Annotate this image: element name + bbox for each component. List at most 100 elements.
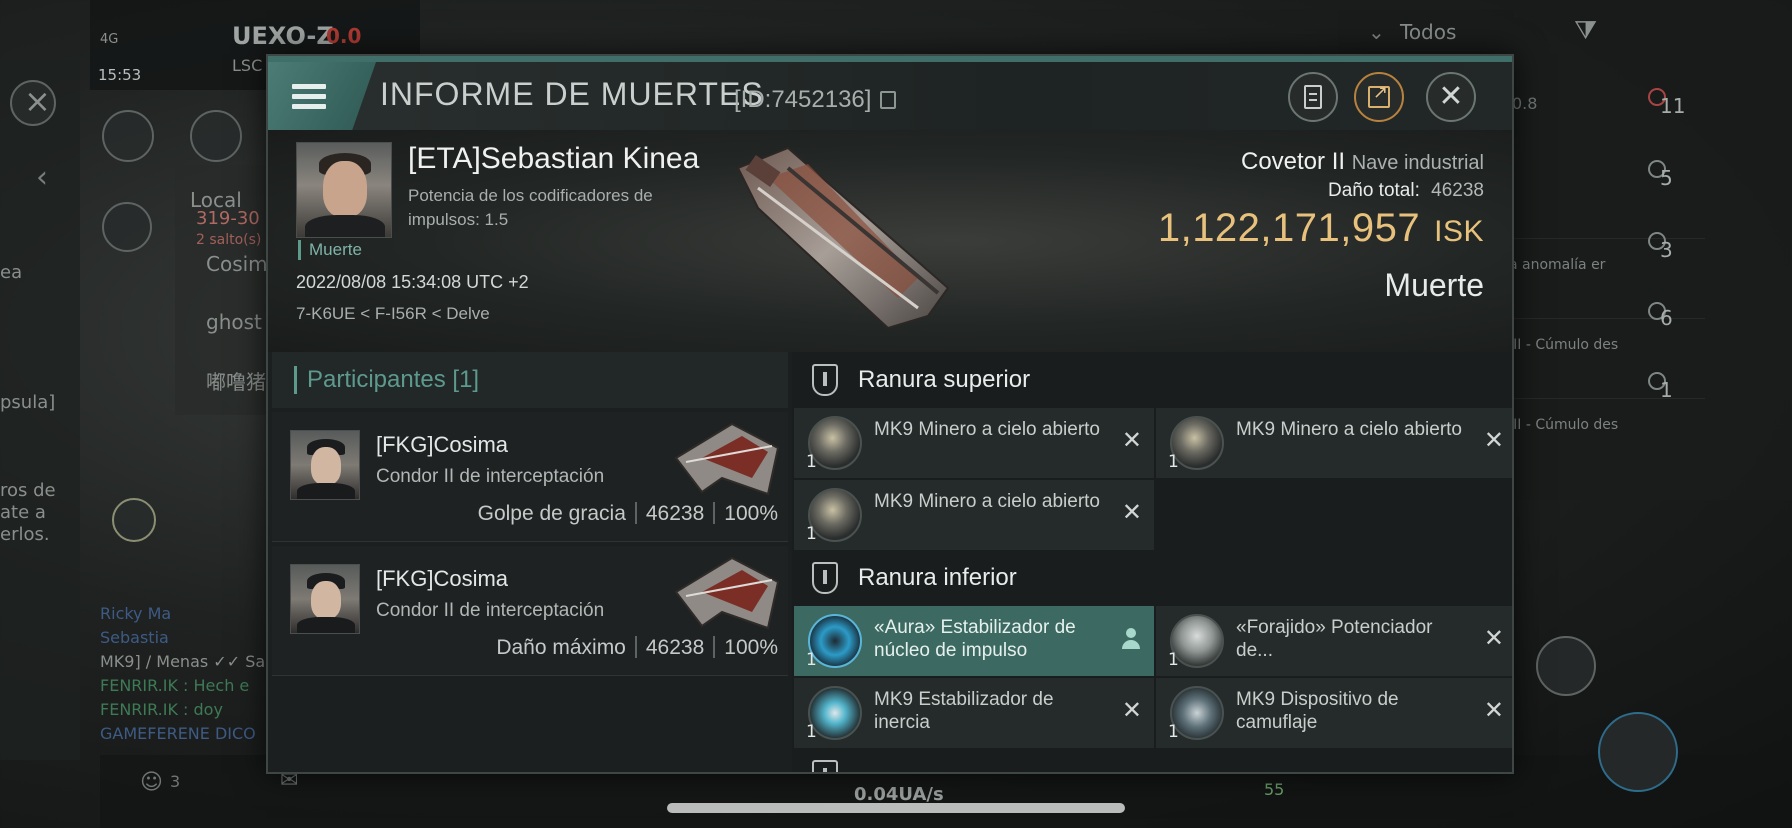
document-icon — [1304, 85, 1322, 109]
module-quantity: 1 — [1168, 722, 1179, 742]
module-item[interactable]: 1 «Forajido» Potenciador de... ✕ — [1156, 606, 1512, 676]
side-text-4: ate a — [0, 502, 46, 523]
pause-button[interactable] — [102, 202, 152, 252]
killmail-window: INFORME DE MUERTES [ID:7452136] ✕ [ETA]S… — [266, 54, 1514, 774]
participant-damage: 46238 — [645, 502, 705, 525]
module-quantity: 1 — [1168, 452, 1179, 472]
jumps-text: 2 salto(s) — [196, 232, 262, 248]
participant-row[interactable]: [FKG]Cosima Condor II de interceptación … — [272, 546, 788, 676]
module-button[interactable] — [1536, 636, 1596, 696]
dropped-person-icon — [1122, 628, 1140, 650]
killmail-id: [ID:7452136] — [734, 86, 872, 113]
participant-portrait[interactable] — [290, 430, 360, 500]
participant-ship-image — [674, 556, 780, 630]
high-slot-grid: 1 MK9 Minero a cielo abierto ✕ 1 MK9 Min… — [792, 408, 1512, 550]
module-item[interactable]: 1 MK9 Minero a cielo abierto ✕ — [794, 408, 1154, 478]
module-quantity: 1 — [806, 722, 817, 742]
victim-section: [ETA]Sebastian Kinea Potencia de los cod… — [268, 130, 1512, 352]
participant-percent: 100% — [724, 502, 778, 525]
participant-name[interactable]: [FKG]Cosima — [376, 566, 508, 592]
kill-result: Muerte — [1384, 267, 1484, 303]
destroyed-icon: ✕ — [1483, 696, 1504, 724]
total-damage: Daño total: 46238 — [1158, 180, 1484, 202]
overview-row-1[interactable]: a anomalía er — [1505, 238, 1705, 316]
participant-row[interactable]: [FKG]Cosima Condor II de interceptación … — [272, 412, 788, 542]
low-slot-label: Ranura inferior — [858, 564, 1017, 591]
overview-value: 0.8 — [1512, 94, 1538, 113]
share-icon — [1368, 82, 1390, 108]
close-button[interactable]: ✕ — [1426, 72, 1476, 122]
total-damage-label: Daño total: — [1327, 180, 1420, 201]
chat-line-6: GAMEFERENE DICO — [100, 724, 256, 743]
module-name: MK9 Dispositivo de camuflaje — [1236, 689, 1399, 733]
filter-icon[interactable]: ⧩ — [1574, 16, 1597, 47]
participant-stats: Daño máximo 46238 100% — [496, 636, 778, 660]
participant-ship-image — [674, 422, 780, 496]
module-quantity: 1 — [1168, 650, 1179, 670]
participant-role: Daño máximo — [496, 636, 626, 659]
module-quantity: 1 — [806, 452, 817, 472]
participant-name[interactable]: [FKG]Cosima — [376, 432, 508, 458]
target-button[interactable] — [112, 498, 156, 542]
overview-row-2[interactable]: III - Cúmulo des — [1505, 318, 1705, 396]
menu-button[interactable] — [268, 62, 376, 130]
kill-datetime: 2022/08/08 15:34:08 UTC +2 — [296, 272, 529, 292]
module-item[interactable]: 1 MK9 Minero a cielo abierto ✕ — [794, 480, 1154, 550]
victim-subtitle: Potencia de los codificadores de impulso… — [408, 186, 653, 229]
destroyed-icon: ✕ — [1483, 426, 1504, 454]
destroyed-icon: ✕ — [1121, 426, 1142, 454]
people-icon[interactable]: ☺ — [140, 770, 163, 795]
chat-name-3[interactable]: 嘟噜猪 — [206, 366, 266, 395]
high-slot-header: Ranura superior — [792, 352, 1512, 408]
copy-icon[interactable] — [880, 91, 896, 109]
victim-portrait[interactable] — [296, 142, 392, 238]
empty-slot — [1156, 480, 1512, 550]
chat-name-2[interactable]: ghost — [206, 310, 262, 334]
chat-name-1[interactable]: Cosim — [206, 252, 268, 276]
chat-line-3: MK9] / Menas ✓✓ Sa — [100, 652, 266, 671]
module-quantity: 1 — [806, 524, 817, 544]
overview-count-3: 3 — [1660, 238, 1673, 262]
module-count: 55 — [1264, 780, 1285, 799]
overview-row-3[interactable]: III - Cúmulo des — [1505, 398, 1705, 476]
side-text-5: erlos. — [0, 524, 50, 545]
victim-ship-image — [736, 146, 950, 330]
overview-count-2: 5 — [1660, 166, 1673, 190]
chat-line-5: FENRIR.IK : doy — [100, 700, 223, 719]
low-slot-grid: 1 «Aura» Estabilizador de núcleo de impu… — [792, 606, 1512, 748]
side-text-2: psula] — [0, 392, 56, 413]
route-text: 319-30 — [196, 208, 260, 229]
kill-location[interactable]: 7-K6UE < F-I56R < Delve — [296, 304, 490, 324]
planet-button[interactable] — [190, 110, 242, 162]
chevron-down-icon[interactable]: ⌄ — [1368, 20, 1385, 44]
ship-type-line: Covetor II Nave industrial — [1158, 148, 1484, 176]
system-name: UEXO-Z — [232, 22, 334, 50]
participant-ship: Condor II de interceptación — [376, 600, 605, 621]
overview-count-4: 6 — [1660, 306, 1673, 330]
participant-stats: Golpe de gracia 46238 100% — [478, 502, 778, 526]
chevron-left-icon[interactable]: ‹ — [36, 160, 48, 195]
module-item[interactable]: 1 MK9 Estabilizador de inercia ✕ — [794, 678, 1154, 748]
module-item[interactable]: 1 MK9 Minero a cielo abierto ✕ — [1156, 408, 1512, 478]
ship-name[interactable]: Covetor II — [1241, 148, 1345, 175]
high-slot-icon — [812, 364, 838, 396]
participant-role: Golpe de gracia — [477, 502, 626, 525]
details-button[interactable] — [1288, 72, 1338, 122]
window-title: INFORME DE MUERTES — [380, 76, 764, 112]
low-slot-header: Ranura inferior — [792, 550, 1512, 606]
side-text-3: ros de — [0, 480, 56, 501]
afterburner-button[interactable] — [1598, 712, 1678, 792]
participant-portrait[interactable] — [290, 564, 360, 634]
victim-name[interactable]: [ETA]Sebastian Kinea — [408, 142, 699, 176]
cargo-button[interactable] — [102, 110, 154, 162]
module-item[interactable]: 1 «Aura» Estabilizador de núcleo de impu… — [794, 606, 1154, 676]
isk-unit: ISK — [1434, 215, 1484, 248]
module-quantity: 1 — [806, 650, 817, 670]
home-indicator[interactable] — [667, 803, 1125, 813]
ship-class: Nave industrial — [1351, 152, 1484, 174]
module-item[interactable]: 1 MK9 Dispositivo de camuflaje ✕ — [1156, 678, 1512, 748]
share-button[interactable] — [1354, 72, 1404, 122]
close-icon: × — [24, 82, 51, 120]
overview-filter-label[interactable]: Todos — [1400, 20, 1456, 44]
ship-speed: 0.04UA/s — [854, 784, 944, 805]
